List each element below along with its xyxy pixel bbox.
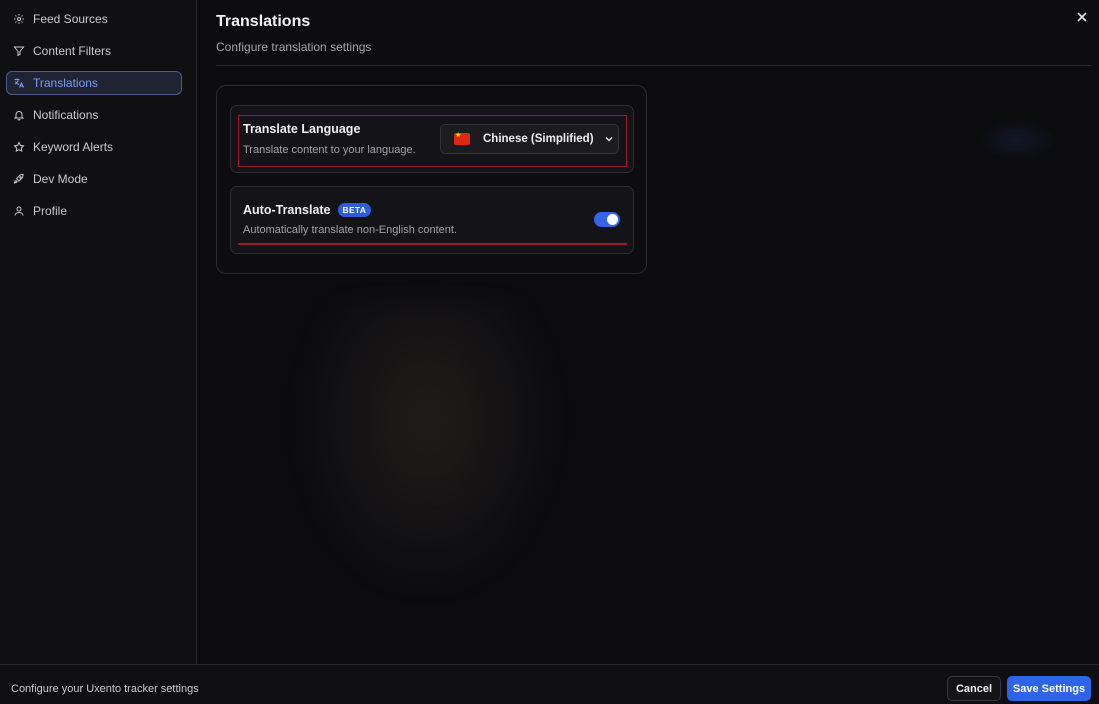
sidebar-item-feed-sources[interactable]: Feed Sources bbox=[6, 7, 182, 31]
settings-window: Feed Sources Content Filters Translation… bbox=[0, 0, 1099, 704]
sidebar-item-label: Notifications bbox=[33, 108, 99, 122]
close-icon bbox=[1077, 12, 1087, 22]
footer-text: Configure your Uxento tracker settings bbox=[11, 683, 199, 695]
page-subtitle: Configure translation settings bbox=[216, 40, 372, 54]
user-icon bbox=[14, 206, 24, 216]
sidebar-item-label: Profile bbox=[33, 204, 68, 218]
footer-bar: Configure your Uxento tracker settings C… bbox=[0, 664, 1099, 704]
beta-badge: BETA bbox=[337, 203, 372, 217]
sidebar-item-label: Dev Mode bbox=[33, 172, 88, 186]
gear-icon bbox=[14, 14, 24, 24]
row-title: Auto-Translate BETA bbox=[243, 203, 372, 217]
header-divider bbox=[216, 65, 1091, 66]
rocket-icon bbox=[13, 173, 24, 184]
sidebar-item-keyword-alerts[interactable]: Keyword Alerts bbox=[6, 135, 182, 159]
sidebar-item-label: Feed Sources bbox=[33, 12, 108, 26]
auto-translate-toggle[interactable] bbox=[594, 212, 620, 227]
translate-icon bbox=[14, 78, 24, 88]
close-button[interactable] bbox=[1075, 10, 1089, 24]
highlight-underline bbox=[238, 243, 627, 245]
sidebar-item-label: Translations bbox=[33, 76, 98, 90]
sidebar-item-content-filters[interactable]: Content Filters bbox=[6, 39, 182, 63]
china-flag-icon bbox=[454, 131, 470, 145]
language-select[interactable]: Chinese (Simplified) bbox=[440, 124, 619, 154]
background-blur bbox=[977, 120, 1057, 160]
page-title: Translations bbox=[216, 13, 311, 30]
sidebar-item-label: Content Filters bbox=[33, 44, 112, 58]
toggle-knob bbox=[607, 214, 618, 225]
translation-settings-card: Translate Language Translate content to … bbox=[216, 85, 647, 274]
filter-icon bbox=[13, 46, 25, 57]
translate-language-row: Translate Language Translate content to … bbox=[230, 105, 634, 173]
sidebar: Feed Sources Content Filters Translation… bbox=[0, 0, 197, 664]
chevron-down-icon bbox=[605, 137, 613, 142]
row-description: Translate content to your language. bbox=[243, 144, 416, 156]
cancel-button[interactable]: Cancel bbox=[947, 676, 1001, 701]
background-blur bbox=[292, 300, 562, 600]
star-icon bbox=[13, 141, 25, 153]
main-panel: Translations Configure translation setti… bbox=[197, 0, 1099, 664]
save-settings-button[interactable]: Save Settings bbox=[1007, 676, 1091, 701]
sidebar-item-notifications[interactable]: Notifications bbox=[6, 103, 182, 127]
sidebar-item-translations[interactable]: Translations bbox=[6, 71, 182, 95]
sidebar-item-dev-mode[interactable]: Dev Mode bbox=[6, 167, 182, 191]
sidebar-item-profile[interactable]: Profile bbox=[6, 199, 182, 223]
selected-language: Chinese (Simplified) bbox=[483, 133, 594, 145]
sidebar-item-label: Keyword Alerts bbox=[33, 140, 114, 154]
row-title-text: Auto-Translate bbox=[243, 203, 331, 217]
bell-icon bbox=[13, 111, 25, 121]
auto-translate-row: Auto-Translate BETA Automatically transl… bbox=[230, 186, 634, 254]
row-title: Translate Language bbox=[243, 122, 361, 136]
row-description: Automatically translate non-English cont… bbox=[243, 224, 458, 236]
